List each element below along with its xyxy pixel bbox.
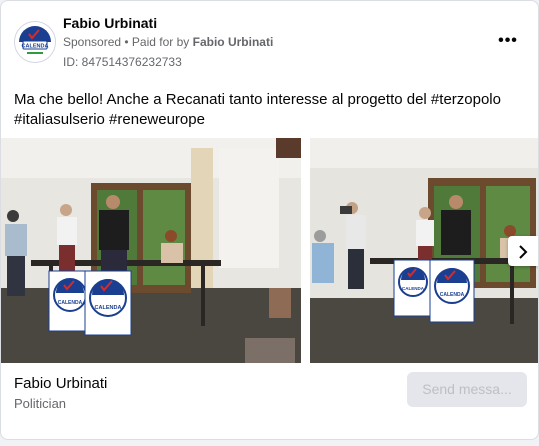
poster-1b: CALENDA <box>84 270 132 336</box>
image-carousel[interactable]: CALENDA CALENDA CALENDA CALENDA <box>1 138 538 363</box>
calenda-logo: CALENDA <box>15 22 55 62</box>
carousel-slide-1[interactable]: CALENDA CALENDA <box>1 138 301 363</box>
page-name[interactable]: Fabio Urbinati <box>63 15 157 31</box>
event-photo-1: CALENDA CALENDA <box>1 138 301 363</box>
paid-for-name[interactable]: Fabio Urbinati <box>193 35 274 49</box>
more-options-button[interactable]: ••• <box>493 29 523 53</box>
ad-card: CALENDA Fabio Urbinati Sponsored • Paid … <box>0 0 539 440</box>
send-message-button[interactable]: Send messa... <box>407 372 527 407</box>
footer-page-category: Politician <box>14 396 67 411</box>
carousel-slide-2[interactable]: CALENDA CALENDA <box>310 138 538 363</box>
poster-2b: CALENDA <box>429 259 475 323</box>
poster-2a: CALENDA <box>393 259 433 317</box>
footer-page-name[interactable]: Fabio Urbinati <box>14 375 107 392</box>
event-photo-2: CALENDA CALENDA <box>310 138 538 363</box>
chevron-right-icon <box>519 245 528 259</box>
more-horizontal-icon: ••• <box>498 32 518 49</box>
poster-text: CALENDA <box>95 305 122 311</box>
poster-text: CALENDA <box>440 292 465 298</box>
sponsored-line: Sponsored • Paid for by Fabio Urbinati <box>63 35 273 49</box>
paid-for-prefix: Paid for by <box>131 35 193 49</box>
ad-id: ID: 847514376232733 <box>63 55 182 69</box>
poster-text: CALENDA <box>402 286 425 291</box>
post-text: Ma che bello! Anche a Recanati tanto int… <box>14 91 501 128</box>
separator: • <box>121 35 132 49</box>
sponsored-label: Sponsored <box>63 35 122 49</box>
logo-text: CALENDA <box>22 44 49 50</box>
page-avatar[interactable]: CALENDA <box>14 21 56 63</box>
poster-text: CALENDA <box>58 300 83 306</box>
carousel-next-button[interactable] <box>508 236 538 266</box>
